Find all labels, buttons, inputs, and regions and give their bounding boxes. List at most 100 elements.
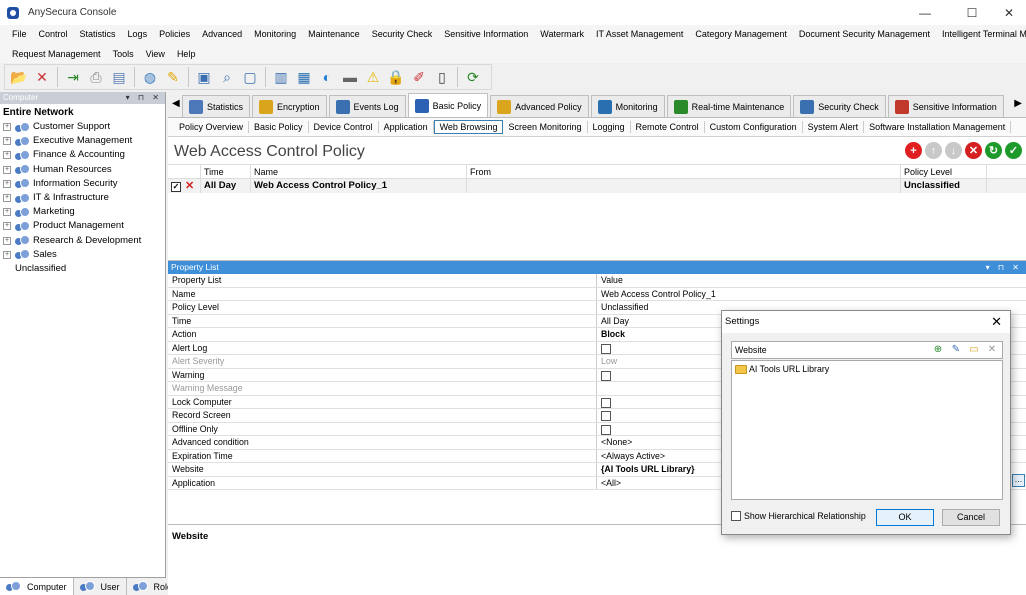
menu-item-advanced[interactable]: Advanced [196, 29, 248, 39]
apply-button[interactable]: ↻ [985, 142, 1002, 159]
tree-item-information-security[interactable]: + Information Security [3, 177, 165, 191]
subtab-remote-control[interactable]: Remote Control [631, 121, 705, 133]
menu-item-request-management[interactable]: Request Management [6, 49, 107, 59]
tree-item-research-development[interactable]: + Research & Development [3, 234, 165, 248]
tab-real-time-maintenance[interactable]: Real-time Maintenance [666, 95, 792, 117]
menu-item-tools[interactable]: Tools [107, 49, 140, 59]
move-down-button[interactable]: ↓ [945, 142, 962, 159]
tab-advanced-policy[interactable]: Advanced Policy [490, 95, 589, 117]
website-browse-button[interactable]: … [1012, 474, 1025, 487]
expand-icon[interactable]: + [3, 222, 11, 231]
tab-statistics[interactable]: Statistics [182, 95, 251, 117]
offline-only-checkbox[interactable] [601, 424, 611, 435]
tag-icon[interactable]: ✎ [163, 67, 183, 87]
tree-item-product-management[interactable]: + Product Management [3, 219, 165, 233]
new-folder-icon[interactable]: 📂 [9, 67, 29, 87]
tabs-scroll-right-icon[interactable]: ▶ [1014, 98, 1022, 109]
minimize-button[interactable]: — [908, 0, 942, 25]
menu-item-logs[interactable]: Logs [122, 29, 154, 39]
expand-icon[interactable]: + [3, 179, 11, 188]
report-icon[interactable]: ▦ [294, 67, 314, 87]
record-screen-checkbox[interactable] [601, 411, 611, 422]
column-name[interactable]: Name [251, 165, 467, 178]
add-policy-button[interactable]: + [905, 142, 922, 159]
menu-item-category-management[interactable]: Category Management [689, 29, 793, 39]
menu-item-intelligent-terminal-management[interactable]: Intelligent Terminal Management [936, 29, 1026, 39]
subtab-software-installation-management[interactable]: Software Installation Management [864, 121, 1012, 133]
expand-icon[interactable]: + [3, 165, 11, 174]
expand-icon[interactable]: + [3, 194, 11, 203]
tree-item-executive-management[interactable]: + Executive Management [3, 134, 165, 148]
menu-item-sensitive-information[interactable]: Sensitive Information [438, 29, 534, 39]
tab-events-log[interactable]: Events Log [328, 95, 406, 117]
tab-sensitive-information[interactable]: Sensitive Information [887, 95, 1004, 117]
subtab-application[interactable]: Application [379, 121, 434, 133]
globe-icon[interactable]: ◍ [140, 67, 160, 87]
subtab-web-browsing[interactable]: Web Browsing [433, 120, 504, 134]
expand-icon[interactable]: + [3, 123, 11, 132]
network-icon[interactable]: ▥ [271, 67, 291, 87]
subtab-policy-overview[interactable]: Policy Overview [174, 121, 250, 133]
menu-item-policies[interactable]: Policies [153, 29, 196, 39]
move-up-button[interactable]: ↑ [925, 142, 942, 159]
tree-item-finance-accounting[interactable]: + Finance & Accounting [3, 148, 165, 162]
screen-icon[interactable]: ▢ [240, 67, 260, 87]
computers-icon[interactable]: ▣ [194, 67, 214, 87]
tree-item-unclassified[interactable]: Unclassified [3, 262, 165, 276]
tree-item-it-infrastructure[interactable]: + IT & Infrastructure [3, 191, 165, 205]
expand-icon[interactable]: + [3, 250, 11, 259]
add-item-icon[interactable]: ⊕ [931, 343, 945, 357]
search-computer-icon[interactable]: ⌕ [217, 67, 237, 87]
tree-item-sales[interactable]: + Sales [3, 248, 165, 262]
print-icon[interactable]: ⎙ [86, 67, 106, 87]
menu-item-view[interactable]: View [140, 49, 171, 59]
subtab-system-alert[interactable]: System Alert [803, 121, 865, 133]
delete-icon[interactable]: ✕ [32, 67, 52, 87]
panel-pin-close-icons[interactable]: ▾ ⊓ ✕ [986, 261, 1022, 274]
expand-icon[interactable]: + [3, 208, 11, 217]
menu-item-watermark[interactable]: Watermark [534, 29, 590, 39]
delete-row-icon[interactable]: ✕ [185, 179, 194, 193]
menu-item-control[interactable]: Control [33, 29, 74, 39]
tree-root-entire-network[interactable]: Entire Network [3, 106, 165, 120]
column-time[interactable]: Time [201, 165, 251, 178]
open-folder-icon[interactable]: ▭ [967, 343, 981, 357]
tabs-scroll-left-icon[interactable]: ◀ [172, 98, 180, 109]
row-enabled-checkbox[interactable]: ✓ [171, 181, 181, 192]
tab-encryption[interactable]: Encryption [252, 95, 327, 117]
menu-item-it-asset-management[interactable]: IT Asset Management [590, 29, 689, 39]
device-icon[interactable]: ▬ [340, 67, 360, 87]
menu-item-maintenance[interactable]: Maintenance [302, 29, 366, 39]
close-window-button[interactable]: ✕ [992, 0, 1026, 25]
tab-computer[interactable]: Computer [0, 578, 74, 595]
edit-item-icon[interactable]: ✎ [949, 343, 963, 357]
dialog-close-icon[interactable]: ✕ [991, 311, 1002, 333]
delete-policy-button[interactable]: ✕ [965, 142, 982, 159]
cancel-button[interactable]: Cancel [942, 509, 1000, 526]
alert-log-checkbox[interactable] [601, 343, 611, 354]
menu-item-file[interactable]: File [6, 29, 33, 39]
warning-icon[interactable]: ⚠ [363, 67, 383, 87]
maximize-button[interactable]: ☐ [955, 0, 989, 25]
ok-button[interactable]: OK [876, 509, 934, 526]
tree-item-marketing[interactable]: + Marketing [3, 205, 165, 219]
refresh-icon[interactable]: ⟳ [463, 67, 483, 87]
warning-checkbox[interactable] [601, 370, 611, 381]
save-button[interactable]: ✓ [1005, 142, 1022, 159]
tree-item-human-resources[interactable]: + Human Resources [3, 163, 165, 177]
menu-item-security-check[interactable]: Security Check [366, 29, 439, 39]
expand-icon[interactable]: + [3, 151, 11, 160]
menu-item-statistics[interactable]: Statistics [74, 29, 122, 39]
edit-icon[interactable]: ✐ [409, 67, 429, 87]
subtab-custom-configuration[interactable]: Custom Configuration [705, 121, 803, 133]
subtab-logging[interactable]: Logging [588, 121, 631, 133]
panel-pin-close-icons[interactable]: ▾ ⊓ ✕ [126, 92, 162, 104]
expand-icon[interactable]: + [3, 137, 11, 146]
menu-item-monitoring[interactable]: Monitoring [248, 29, 302, 39]
import-icon[interactable]: ⇥ [63, 67, 83, 87]
mobile-icon[interactable]: ▯ [432, 67, 452, 87]
show-hierarchy-checkbox[interactable] [731, 511, 741, 521]
tab-basic-policy[interactable]: Basic Policy [407, 93, 489, 117]
property-value[interactable]: Web Access Control Policy_1 [597, 288, 1026, 301]
expand-icon[interactable]: + [3, 236, 11, 245]
